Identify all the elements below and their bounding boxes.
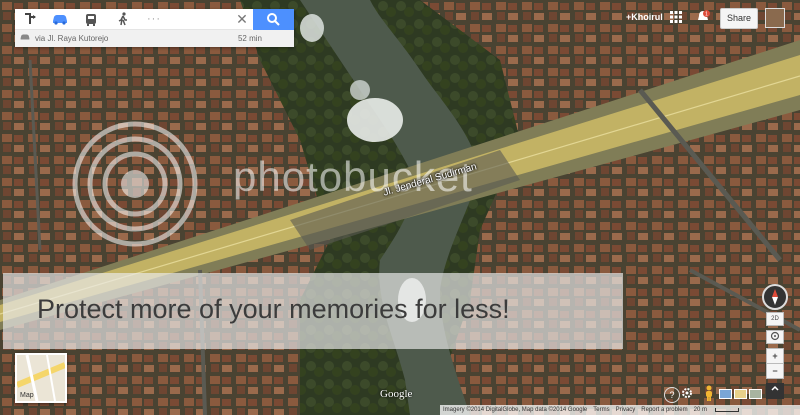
layer-thumbnail[interactable]	[749, 389, 762, 399]
route-duration: 52 min	[237, 34, 262, 43]
more-modes-icon: ···	[147, 13, 161, 25]
map-footer: Imagery ©2014 DigitalGlobe, Map data ©20…	[440, 405, 800, 415]
map-view-label: Map	[20, 392, 34, 399]
car-icon	[53, 15, 67, 25]
scale-bar	[714, 408, 739, 412]
photobucket-logo	[72, 121, 198, 247]
privacy-link[interactable]: Privacy	[616, 407, 636, 413]
promo-text: Protect more of your memories for less!	[37, 294, 510, 324]
search-button[interactable]	[253, 9, 294, 30]
zoom-out-button[interactable]: −	[766, 363, 784, 379]
layer-thumbnail[interactable]	[719, 389, 732, 399]
expand-imagery-button[interactable]	[766, 383, 784, 399]
rotate-icon	[770, 331, 780, 341]
zoom-in-button[interactable]: +	[766, 348, 784, 364]
walk-icon	[118, 12, 127, 26]
chevron-up-icon	[771, 385, 779, 391]
transit-icon	[86, 13, 96, 26]
route-toggle-icon	[25, 13, 36, 24]
route-via-text: via Jl. Raya Kutorejo	[35, 34, 109, 43]
imagery-thumbnails[interactable]	[719, 389, 762, 399]
satellite-map[interactable]: photobucket Jl. Jenderal Sudirman Protec…	[0, 0, 800, 415]
directions-panel: ··· ✕ via Jl. Raya Kutorejo 52 min	[15, 9, 294, 47]
notification-count: 1	[705, 12, 708, 18]
notification-bell-icon[interactable]: 1	[696, 10, 710, 24]
imagery-attribution: Imagery ©2014 DigitalGlobe, Map data ©20…	[443, 407, 588, 413]
pegman-icon[interactable]	[704, 385, 714, 401]
tilt-toggle-button[interactable]: 2D	[766, 312, 784, 326]
map-view-toggle[interactable]: Map	[15, 353, 67, 403]
terms-link[interactable]: Terms	[593, 407, 609, 413]
rotate-button[interactable]	[766, 330, 784, 344]
report-problem-link[interactable]: Report a problem	[641, 407, 687, 413]
help-button[interactable]: ?	[664, 387, 680, 403]
compass-icon	[772, 289, 778, 305]
transit-mode-button[interactable]	[75, 9, 107, 29]
close-icon[interactable]: ✕	[233, 10, 251, 28]
avatar[interactable]	[765, 8, 785, 28]
apps-grid-icon[interactable]	[670, 11, 682, 23]
google-logo: Google	[380, 388, 413, 400]
car-mode-button[interactable]	[45, 9, 75, 29]
user-profile-link[interactable]: +Khoirul	[626, 12, 663, 22]
settings-button[interactable]	[680, 387, 694, 401]
gear-icon	[682, 388, 692, 398]
layer-thumbnail[interactable]	[734, 389, 747, 399]
walk-mode-button[interactable]	[107, 9, 139, 29]
search-icon	[267, 13, 280, 26]
route-toggle-button[interactable]	[15, 9, 45, 29]
compass-control[interactable]	[762, 284, 788, 310]
route-summary[interactable]: via Jl. Raya Kutorejo 52 min	[15, 30, 294, 47]
scale-label: 20 m	[693, 407, 707, 413]
car-icon	[20, 34, 30, 40]
more-modes-button[interactable]: ···	[139, 9, 169, 29]
travel-mode-bar: ···	[15, 9, 252, 30]
share-button[interactable]: Share	[720, 8, 758, 29]
